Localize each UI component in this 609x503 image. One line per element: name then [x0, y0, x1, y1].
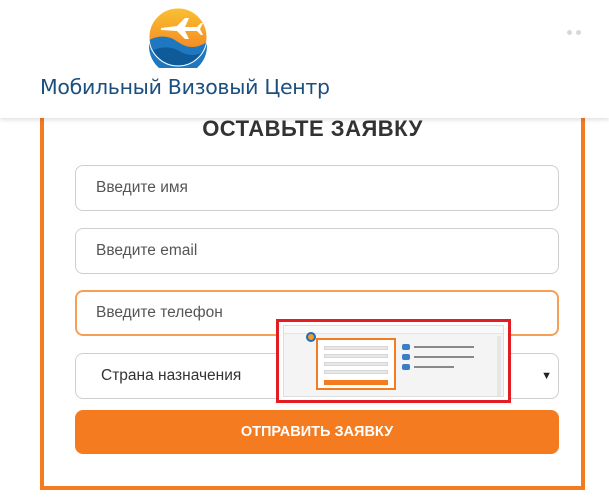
name-input[interactable] [75, 165, 559, 211]
country-select-value: Страна назначения [101, 367, 242, 384]
highlighted-thumbnail [276, 319, 511, 403]
header-decoration-dots [563, 22, 581, 40]
request-form-card: ОСТАВЬТЕ ЗАЯВКУ Страна назначения ▼ ОТПР… [40, 70, 585, 490]
submit-button[interactable]: ОТПРАВИТЬ ЗАЯВКУ [75, 410, 559, 454]
caret-down-icon: ▼ [541, 370, 552, 382]
site-header: Мобильный Визовый Центр [0, 0, 609, 118]
page-thumbnail-image [283, 325, 504, 397]
form-title: ОСТАВЬТЕ ЗАЯВКУ [202, 116, 423, 141]
logo-text: Мобильный Визовый Центр [40, 75, 330, 99]
email-input[interactable] [75, 228, 559, 274]
logo-link[interactable]: Мобильный Визовый Центр [40, 4, 330, 104]
airplane-sunset-logo-icon [148, 7, 208, 68]
